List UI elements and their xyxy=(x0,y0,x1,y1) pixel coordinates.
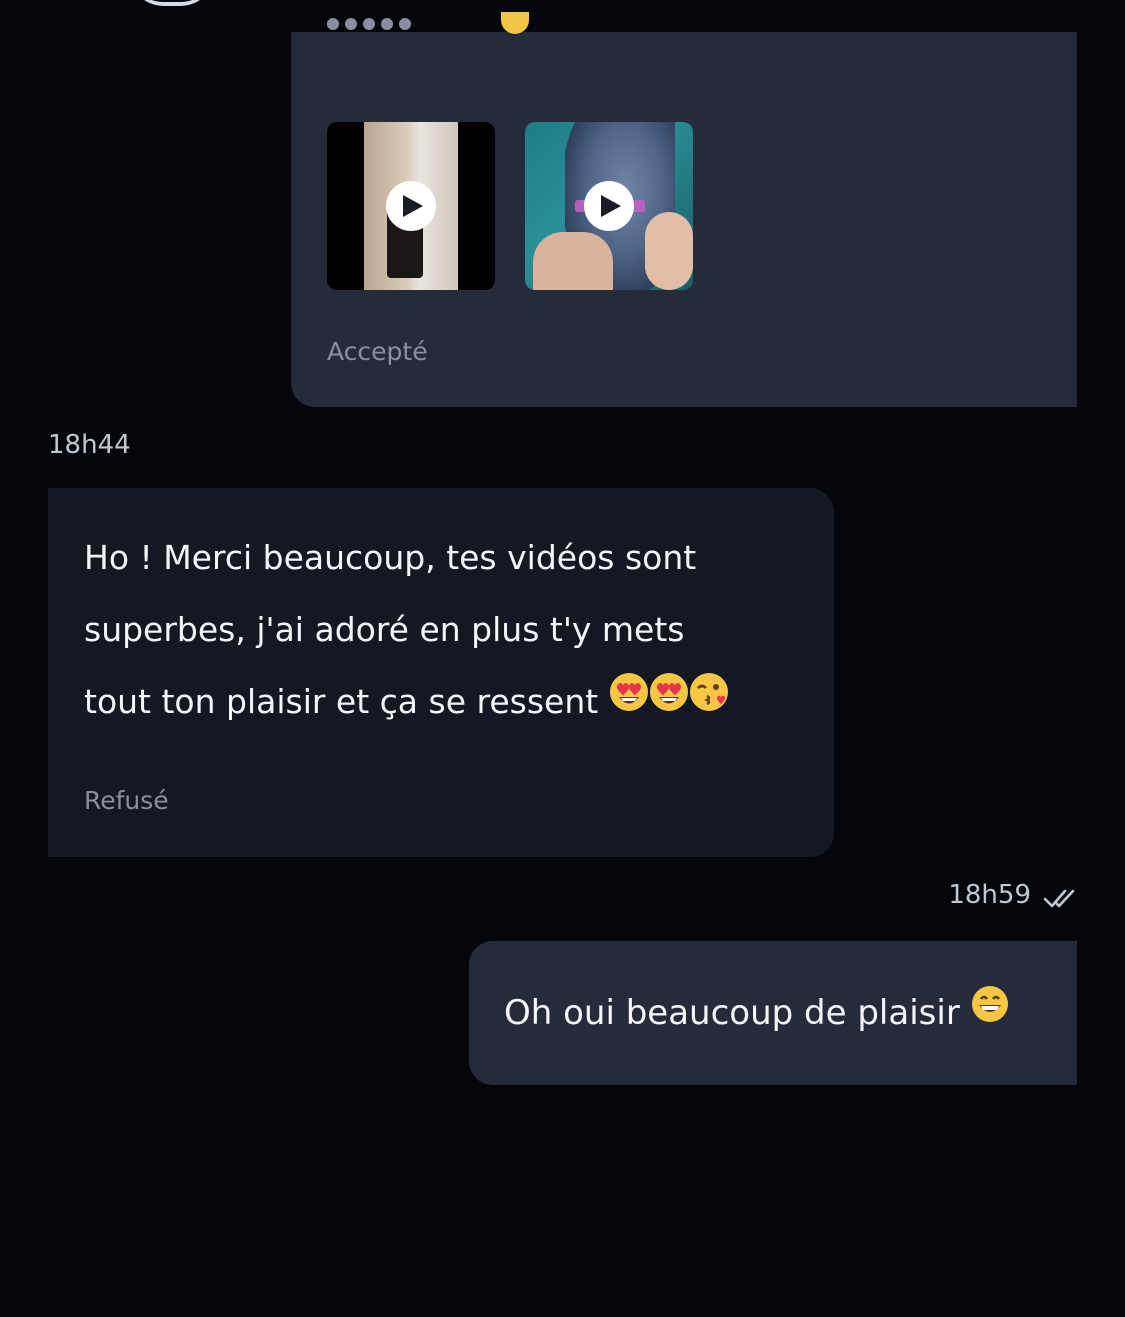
message-text: Ho ! Merci beaucoup, tes vidéos sont sup… xyxy=(84,522,804,738)
outgoing-message[interactable]: Oh oui beaucoup de plaisir xyxy=(469,941,1077,1085)
message-status: Accepté xyxy=(327,337,428,366)
incoming-message[interactable]: Ho ! Merci beaucoup, tes vidéos sont sup… xyxy=(48,488,834,857)
kiss-emoji xyxy=(689,665,729,737)
message-line: Ho ! Merci beaucoup, tes vidéos sont xyxy=(84,538,697,577)
message-line: superbes, j'ai adoré en plus t'y mets xyxy=(84,610,685,649)
message-timestamp: 18h59 xyxy=(948,880,1031,910)
chat-screen: Accepté 18h44 Ho ! Merci beaucoup, tes v… xyxy=(0,0,1125,1317)
video-thumbnail-2[interactable] xyxy=(525,122,693,290)
play-icon[interactable] xyxy=(584,181,634,231)
video-frame-detail xyxy=(645,212,693,290)
play-icon[interactable] xyxy=(386,181,436,231)
message-line: tout ton plaisir et ça se ressent xyxy=(84,682,599,721)
video-thumbnail-1[interactable] xyxy=(327,122,495,290)
rating-dots xyxy=(327,12,411,36)
outgoing-media-message[interactable]: Accepté xyxy=(291,12,1077,407)
avatar[interactable] xyxy=(128,0,216,6)
video-frame-detail xyxy=(533,232,613,290)
heart-eyes-emoji xyxy=(609,665,649,737)
double-check-icon xyxy=(1043,886,1077,910)
message-timestamp: 18h44 xyxy=(48,430,131,460)
smile-emoji xyxy=(501,12,529,34)
message-line: Oh oui beaucoup de plaisir xyxy=(504,993,960,1033)
heart-eyes-emoji xyxy=(649,665,689,737)
grin-emoji xyxy=(971,984,1009,1040)
message-status: Refusé xyxy=(84,786,169,815)
message-text: Oh oui beaucoup de plaisir xyxy=(504,985,1009,1041)
